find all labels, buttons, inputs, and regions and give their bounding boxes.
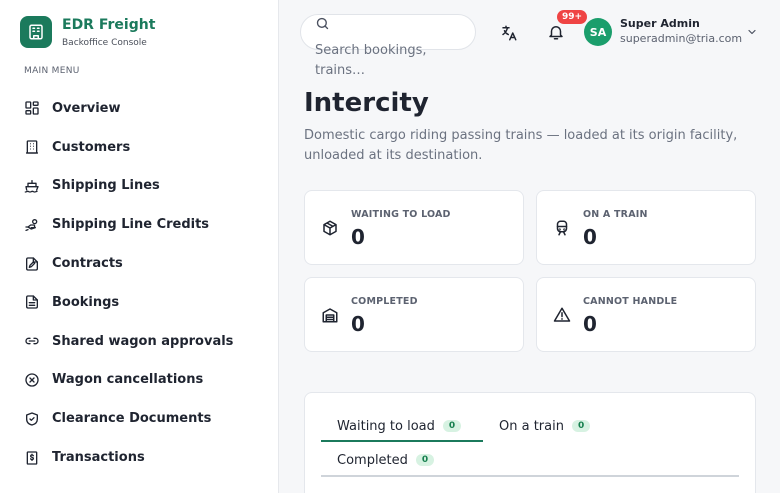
sidebar-item-label: Shared wagon approvals bbox=[52, 333, 234, 349]
main-menu-label: MAIN MENU bbox=[24, 66, 80, 76]
active-tab-indicator bbox=[321, 440, 483, 442]
page-title: Intercity bbox=[304, 88, 429, 118]
sidebar-item-label: Shipping Lines bbox=[52, 178, 160, 194]
brand[interactable]: EDR Freight Backoffice Console bbox=[20, 16, 155, 48]
tab-count-badge: 0 bbox=[415, 454, 435, 466]
brand-subtitle: Backoffice Console bbox=[62, 37, 147, 48]
file-text-icon bbox=[26, 295, 38, 310]
stat-card-completed: COMPLETED 0 bbox=[304, 277, 524, 352]
search-input[interactable]: Search bookings, trains… bbox=[300, 14, 476, 78]
sidebar-item-shipping-line-credits[interactable]: Shipping Line Credits bbox=[24, 205, 233, 244]
stat-value: 0 bbox=[351, 312, 365, 336]
tab-waiting-to-load[interactable]: Waiting to load 0 bbox=[337, 411, 462, 441]
link-icon bbox=[25, 337, 39, 345]
tabs-divider bbox=[321, 475, 739, 477]
search-icon bbox=[316, 17, 329, 30]
package-icon bbox=[323, 220, 337, 236]
stat-card-waiting-to-load: WAITING TO LOAD 0 bbox=[304, 190, 524, 265]
notification-badge: 99+ bbox=[557, 10, 588, 24]
train-icon bbox=[556, 220, 568, 236]
sidebar-nav: Overview Customers Shipping Lines Shippi… bbox=[24, 89, 233, 477]
sidebar-item-customers[interactable]: Customers bbox=[24, 128, 233, 167]
search-placeholder: Search bookings, trains… bbox=[315, 43, 427, 78]
sidebar-item-transactions[interactable]: Transactions bbox=[24, 438, 233, 477]
dollar-receipt-icon bbox=[26, 450, 38, 465]
sidebar-item-label: Overview bbox=[52, 100, 121, 116]
stat-value: 0 bbox=[583, 312, 597, 336]
tab-label: Completed bbox=[337, 452, 408, 468]
brand-logo-icon bbox=[20, 16, 52, 48]
sidebar: EDR Freight Backoffice Console MAIN MENU… bbox=[0, 0, 279, 493]
user-name[interactable]: Super Admin bbox=[620, 17, 700, 30]
hand-coins-icon bbox=[25, 218, 38, 231]
stat-value: 0 bbox=[351, 225, 365, 249]
sidebar-item-clearance-documents[interactable]: Clearance Documents bbox=[24, 399, 233, 438]
sidebar-item-contracts[interactable]: Contracts bbox=[24, 244, 233, 283]
brand-name: EDR Freight bbox=[62, 16, 156, 33]
sidebar-item-label: Contracts bbox=[52, 256, 123, 272]
sidebar-item-label: Bookings bbox=[52, 294, 120, 310]
chevron-down-icon[interactable] bbox=[746, 26, 758, 38]
x-circle-icon bbox=[25, 373, 39, 387]
tab-count-badge: 0 bbox=[442, 420, 462, 432]
stat-card-on-a-train: ON A TRAIN 0 bbox=[536, 190, 756, 265]
stat-value: 0 bbox=[583, 225, 597, 249]
sidebar-item-label: Clearance Documents bbox=[52, 411, 212, 427]
tab-completed[interactable]: Completed 0 bbox=[337, 445, 435, 475]
avatar[interactable]: SA bbox=[584, 18, 612, 46]
stat-label: ON A TRAIN bbox=[583, 209, 648, 220]
file-signature-icon bbox=[26, 256, 38, 271]
translate-icon[interactable] bbox=[500, 24, 518, 42]
user-email: superadmin@tria.com bbox=[620, 32, 743, 45]
sidebar-item-label: Shipping Line Credits bbox=[52, 217, 210, 233]
sidebar-item-label: Wagon cancellations bbox=[52, 372, 204, 388]
ship-icon bbox=[24, 179, 39, 193]
sidebar-item-shared-wagon-approvals[interactable]: Shared wagon approvals bbox=[24, 322, 233, 361]
shield-check-icon bbox=[26, 412, 38, 426]
warning-icon bbox=[553, 307, 571, 322]
warehouse-icon bbox=[322, 308, 338, 323]
sidebar-item-shipping-lines[interactable]: Shipping Lines bbox=[24, 167, 233, 206]
stat-card-cannot-handle: CANNOT HANDLE 0 bbox=[536, 277, 756, 352]
page-description: Domestic cargo riding passing trains — l… bbox=[304, 128, 738, 163]
sidebar-item-bookings[interactable]: Bookings bbox=[24, 283, 233, 322]
sidebar-item-wagon-cancellations[interactable]: Wagon cancellations bbox=[24, 361, 233, 400]
bell-icon[interactable] bbox=[547, 23, 565, 41]
sidebar-item-label: Customers bbox=[52, 139, 131, 155]
tabs-panel: Waiting to load 0 On a train 0 Completed… bbox=[304, 392, 756, 493]
stat-label: WAITING TO LOAD bbox=[351, 209, 451, 220]
tab-label: On a train bbox=[499, 418, 564, 434]
building-icon bbox=[26, 140, 38, 154]
sidebar-item-overview[interactable]: Overview bbox=[24, 89, 233, 128]
stat-label: CANNOT HANDLE bbox=[583, 296, 678, 307]
sidebar-item-label: Transactions bbox=[52, 450, 145, 466]
tab-label: Waiting to load bbox=[337, 418, 435, 434]
tab-count-badge: 0 bbox=[571, 420, 591, 432]
tab-on-a-train[interactable]: On a train 0 bbox=[499, 411, 591, 441]
stat-label: COMPLETED bbox=[351, 296, 418, 307]
grid-icon bbox=[25, 101, 39, 116]
